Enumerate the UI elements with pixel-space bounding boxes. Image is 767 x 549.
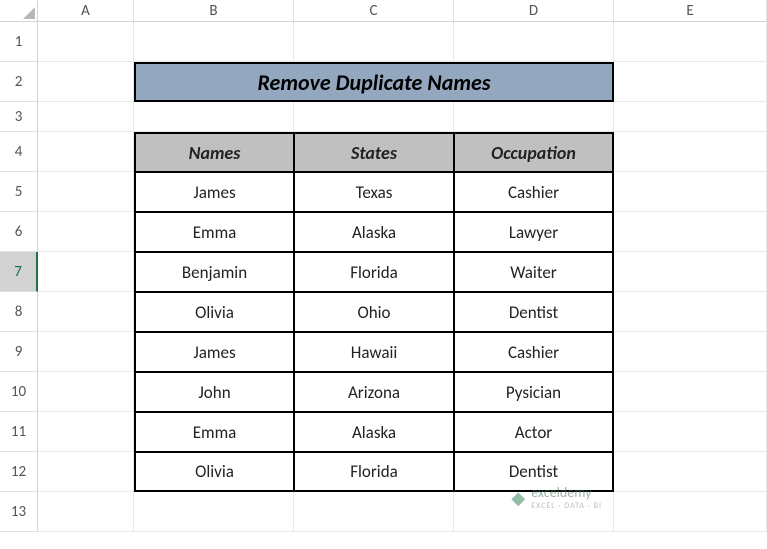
cell-B3[interactable]	[134, 102, 294, 132]
row-header-7[interactable]: 7	[0, 252, 38, 292]
cell-A9[interactable]	[38, 332, 134, 372]
row-header-6[interactable]: 6	[0, 212, 38, 252]
cell-B1[interactable]	[134, 22, 294, 62]
table-row[interactable]: Texas	[294, 172, 454, 212]
row-header-9[interactable]: 9	[0, 332, 38, 372]
cell-E9[interactable]	[614, 332, 767, 372]
select-all-corner[interactable]	[0, 0, 38, 22]
header-names[interactable]: Names	[134, 132, 294, 172]
header-occupation[interactable]: Occupation	[454, 132, 614, 172]
cell-E8[interactable]	[614, 292, 767, 332]
cell-E1[interactable]	[614, 22, 767, 62]
cell-A6[interactable]	[38, 212, 134, 252]
table-row[interactable]: Actor	[454, 412, 614, 452]
row-header-4[interactable]: 4	[0, 132, 38, 172]
table-row[interactable]: Florida	[294, 452, 454, 492]
row-header-2[interactable]: 2	[0, 62, 38, 102]
cell-C1[interactable]	[294, 22, 454, 62]
cell-A12[interactable]	[38, 452, 134, 492]
cell-A5[interactable]	[38, 172, 134, 212]
table-row[interactable]: John	[134, 372, 294, 412]
cell-A4[interactable]	[38, 132, 134, 172]
col-header-B[interactable]: B	[134, 0, 294, 22]
cell-E13[interactable]	[614, 492, 767, 532]
row-header-12[interactable]: 12	[0, 452, 38, 492]
cell-A8[interactable]	[38, 292, 134, 332]
col-header-C[interactable]: C	[294, 0, 454, 22]
cell-A13[interactable]	[38, 492, 134, 532]
cell-E3[interactable]	[614, 102, 767, 132]
table-row[interactable]: Ohio	[294, 292, 454, 332]
row-header-5[interactable]: 5	[0, 172, 38, 212]
col-header-D[interactable]: D	[454, 0, 614, 22]
header-states[interactable]: States	[294, 132, 454, 172]
spreadsheet-grid: A B C D E 1 2 Remove Duplicate Names 3 4…	[0, 0, 767, 532]
cell-E11[interactable]	[614, 412, 767, 452]
row-header-13[interactable]: 13	[0, 492, 38, 532]
table-row[interactable]: Lawyer	[454, 212, 614, 252]
table-row[interactable]: Emma	[134, 412, 294, 452]
col-header-E[interactable]: E	[614, 0, 767, 22]
watermark: ◆ exceldemy EXCEL · DATA · BI	[511, 484, 602, 511]
cell-E7[interactable]	[614, 252, 767, 292]
table-row[interactable]: Waiter	[454, 252, 614, 292]
table-row[interactable]: Alaska	[294, 212, 454, 252]
watermark-brand: exceldemy	[531, 484, 591, 501]
watermark-sub: EXCEL · DATA · BI	[531, 501, 602, 511]
row-header-1[interactable]: 1	[0, 22, 38, 62]
cell-E4[interactable]	[614, 132, 767, 172]
table-row[interactable]: Olivia	[134, 292, 294, 332]
table-row[interactable]: Hawaii	[294, 332, 454, 372]
table-row[interactable]: Pysician	[454, 372, 614, 412]
cell-D1[interactable]	[454, 22, 614, 62]
table-row[interactable]: Olivia	[134, 452, 294, 492]
cell-D3[interactable]	[454, 102, 614, 132]
cell-E10[interactable]	[614, 372, 767, 412]
row-header-3[interactable]: 3	[0, 102, 38, 132]
cell-E12[interactable]	[614, 452, 767, 492]
cell-E2[interactable]	[614, 62, 767, 102]
row-header-10[interactable]: 10	[0, 372, 38, 412]
cell-A10[interactable]	[38, 372, 134, 412]
table-row[interactable]: Arizona	[294, 372, 454, 412]
table-row[interactable]: Emma	[134, 212, 294, 252]
watermark-logo-icon: ◆	[511, 487, 525, 509]
col-header-A[interactable]: A	[38, 0, 134, 22]
cell-A2[interactable]	[38, 62, 134, 102]
cell-B13[interactable]	[134, 492, 294, 532]
cell-A11[interactable]	[38, 412, 134, 452]
table-row[interactable]: Dentist	[454, 292, 614, 332]
row-header-11[interactable]: 11	[0, 412, 38, 452]
cell-C13[interactable]	[294, 492, 454, 532]
table-row[interactable]: James	[134, 332, 294, 372]
table-row[interactable]: Benjamin	[134, 252, 294, 292]
cell-A1[interactable]	[38, 22, 134, 62]
table-row[interactable]: Cashier	[454, 332, 614, 372]
table-row[interactable]: James	[134, 172, 294, 212]
cell-E6[interactable]	[614, 212, 767, 252]
table-row[interactable]: Alaska	[294, 412, 454, 452]
cell-E5[interactable]	[614, 172, 767, 212]
cell-A3[interactable]	[38, 102, 134, 132]
cell-A7[interactable]	[38, 252, 134, 292]
table-row[interactable]: Cashier	[454, 172, 614, 212]
table-row[interactable]: Florida	[294, 252, 454, 292]
cell-C3[interactable]	[294, 102, 454, 132]
row-header-8[interactable]: 8	[0, 292, 38, 332]
table-title[interactable]: Remove Duplicate Names	[134, 62, 614, 102]
